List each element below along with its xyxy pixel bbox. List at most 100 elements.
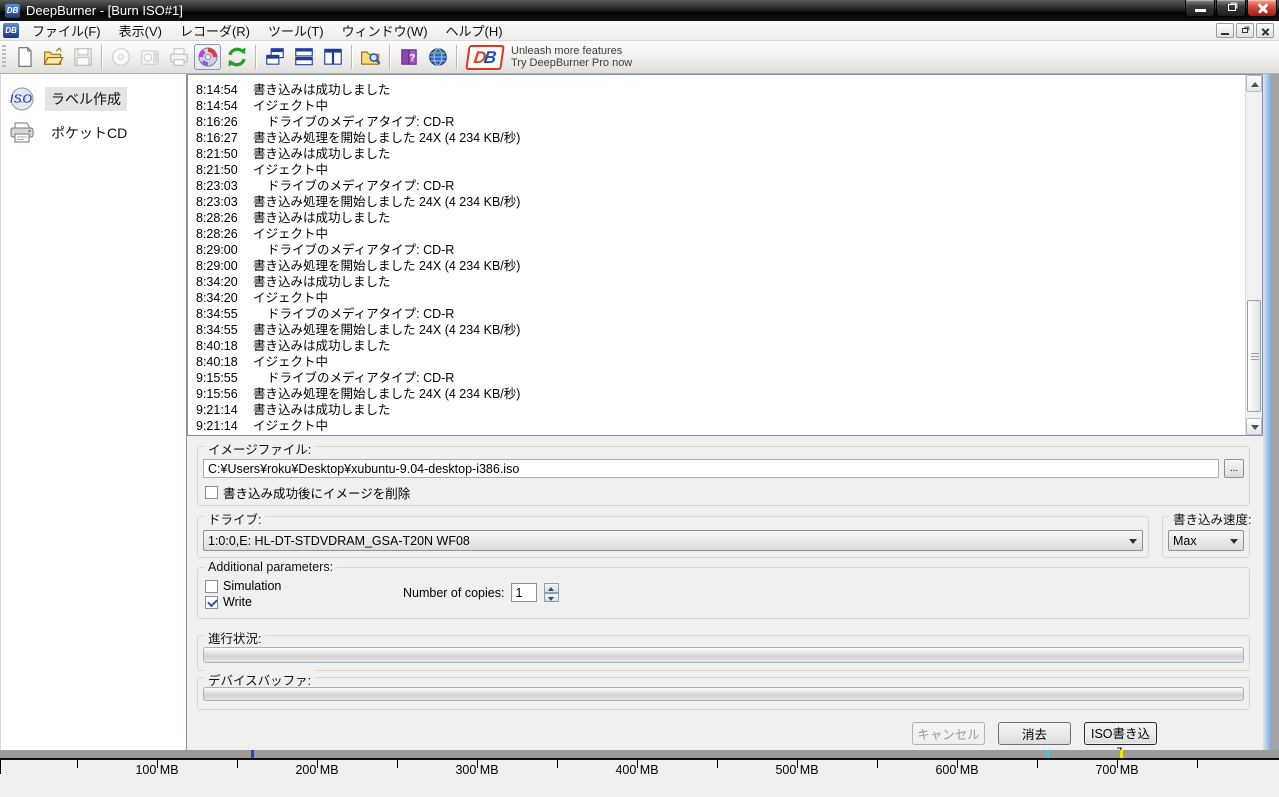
checkbox-box-icon bbox=[205, 486, 218, 499]
toolbar-separator bbox=[456, 45, 457, 69]
close-button[interactable] bbox=[1247, 0, 1277, 17]
arrow-up-icon bbox=[548, 586, 555, 591]
browse-button[interactable]: ... bbox=[1224, 459, 1244, 478]
sidebar-item-1[interactable]: ISO ラベル作成 bbox=[1, 82, 186, 116]
ruler-tick bbox=[557, 760, 558, 768]
document-icon[interactable]: DB bbox=[3, 23, 19, 38]
arrow-up-icon bbox=[1251, 82, 1259, 87]
simulation-label: Simulation bbox=[223, 579, 282, 593]
minimize-button[interactable] bbox=[1185, 0, 1215, 17]
additional-parameters-label: Additional parameters: bbox=[204, 560, 338, 574]
main-area: ISO ラベル作成 ポケットCD 8:14:54 書き込みは成功しました 8:14:54… bbox=[0, 74, 1279, 760]
menu-item-5[interactable]: ウィンドウ(W) bbox=[333, 19, 437, 42]
log-entry: 8:21:50 イジェクト中 bbox=[196, 159, 1262, 177]
ruler-tick bbox=[957, 760, 958, 768]
save-icon bbox=[72, 46, 94, 68]
help-book-button[interactable]: ? bbox=[395, 44, 422, 70]
pro-promo-banner[interactable]: DB Unleash more features Try DeepBurner … bbox=[465, 44, 632, 70]
arrow-down-icon bbox=[548, 596, 555, 601]
logo-b: B bbox=[482, 47, 498, 66]
mdi-child-border bbox=[1263, 74, 1271, 750]
log-entry: 9:15:55 ドライブのメディアタイプ: CD-R bbox=[196, 367, 1262, 385]
log-panel: 8:14:54 書き込みは成功しました 8:14:54 イジェクト中 8:16:26 ドラ… bbox=[187, 74, 1263, 436]
image-file-group: イメージファイル: ... 書き込み成功後にイメージを削除 bbox=[197, 439, 1250, 506]
web-globe-button[interactable] bbox=[424, 44, 451, 70]
capacity-marker bbox=[251, 750, 254, 758]
write-checkbox[interactable]: Write bbox=[205, 595, 1249, 609]
image-file-input[interactable] bbox=[203, 459, 1219, 478]
drive-select-value: 1:0:0,E: HL-DT-STDVDRAM_GSA-T20N WF08 bbox=[208, 533, 470, 548]
toolbar: ? DB Unleash more features Try DeepBurne… bbox=[0, 41, 1279, 74]
write-label: Write bbox=[223, 595, 252, 609]
drive-select[interactable]: 1:0:0,E: HL-DT-STDVDRAM_GSA-T20N WF08 bbox=[203, 530, 1143, 551]
log-entry: 8:23:03 書き込み処理を開始しました 24X (4 234 KB/秒) bbox=[196, 191, 1262, 209]
write-speed-group: 書き込み速度: Max bbox=[1162, 509, 1256, 558]
log-entry: 8:14:54 書き込みは成功しました bbox=[196, 79, 1262, 97]
write-speed-select[interactable]: Max bbox=[1168, 530, 1244, 551]
minimize-icon bbox=[1195, 9, 1206, 12]
log-entry: 8:34:55 ドライブのメディアタイプ: CD-R bbox=[196, 303, 1262, 321]
mdi-minimize-button[interactable] bbox=[1216, 23, 1234, 38]
menu-item-4[interactable]: ツール(T) bbox=[259, 19, 333, 42]
thumb-grip-icon bbox=[1251, 356, 1259, 357]
log-scrollbar[interactable] bbox=[1245, 75, 1262, 435]
chevron-down-icon bbox=[1230, 539, 1238, 544]
folder-view-button[interactable] bbox=[357, 44, 384, 70]
cancel-button[interactable]: キャンセル bbox=[912, 722, 985, 745]
toolbar-buttons: ? bbox=[10, 44, 461, 70]
mdi-window-controls bbox=[1216, 23, 1274, 38]
erase-button[interactable]: 消去 bbox=[998, 722, 1071, 745]
checkbox-box-icon bbox=[205, 579, 218, 593]
log-entry: 8:14:54 イジェクト中 bbox=[196, 95, 1262, 113]
promo-text: Unleash more features Try DeepBurner Pro… bbox=[511, 45, 632, 70]
mdi-restore-button[interactable] bbox=[1236, 23, 1254, 38]
log-message: イジェクト中 bbox=[253, 419, 329, 433]
iso-burn-button[interactable]: ISO書き込み bbox=[1084, 722, 1157, 760]
scrollbar-thumb[interactable] bbox=[1247, 300, 1261, 412]
sidebar: ISO ラベル作成 ポケットCD bbox=[0, 74, 187, 750]
help-book-icon: ? bbox=[398, 46, 420, 68]
menu-item-6[interactable]: ヘルプ(H) bbox=[437, 19, 512, 42]
burn-form: イメージファイル: ... 書き込み成功後にイメージを削除 ドライブ: 1 bbox=[187, 436, 1263, 760]
simulation-checkbox[interactable]: Simulation bbox=[205, 579, 1249, 593]
burn-disc-button[interactable] bbox=[194, 44, 221, 70]
open-file-button[interactable] bbox=[40, 44, 67, 70]
menu-item-3[interactable]: レコーダ(R) bbox=[171, 19, 259, 42]
refresh-button[interactable] bbox=[223, 44, 250, 70]
tile-vertical-button[interactable] bbox=[319, 44, 346, 70]
toolbar-grip[interactable] bbox=[2, 45, 6, 69]
title-bar: DB DeepBurner - [Burn ISO#1] bbox=[0, 0, 1279, 21]
mdi-close-button[interactable] bbox=[1256, 23, 1274, 38]
sidebar-items: ISO ラベル作成 ポケットCD bbox=[1, 82, 186, 150]
sidebar-item-2[interactable]: ポケットCD bbox=[1, 116, 186, 150]
delete-image-label: 書き込み成功後にイメージを削除 bbox=[223, 487, 411, 501]
ruler-tick bbox=[317, 760, 318, 768]
checkbox-box-icon bbox=[205, 595, 218, 609]
minimize-icon bbox=[1221, 33, 1229, 35]
tile-horizontal-button[interactable] bbox=[290, 44, 317, 70]
ruler-tick bbox=[237, 760, 238, 768]
restore-button[interactable] bbox=[1216, 0, 1246, 17]
log-entry: 8:16:27 書き込み処理を開始しました 24X (4 234 KB/秒) bbox=[196, 127, 1262, 145]
toolbar-separator bbox=[351, 45, 352, 69]
delete-image-checkbox[interactable]: 書き込み成功後にイメージを削除 bbox=[205, 483, 1249, 502]
menu-bar: DB ファイル(F) 表示(V) レコーダ(R) ツール(T) ウィンドウ(W) ヘルプ(… bbox=[0, 21, 1279, 41]
window-controls bbox=[1184, 0, 1277, 17]
refresh-icon bbox=[226, 46, 248, 68]
ruler-tick bbox=[397, 760, 398, 768]
stepper-down-button[interactable] bbox=[544, 592, 560, 602]
menu-item-1[interactable]: ファイル(F) bbox=[23, 19, 110, 42]
log-time: 9:21:14 bbox=[196, 419, 238, 433]
copies-input[interactable] bbox=[511, 583, 538, 602]
log-entry: 8:40:18 イジェクト中 bbox=[196, 351, 1262, 369]
scroll-up-button[interactable] bbox=[1246, 75, 1262, 92]
ruler-tick bbox=[1117, 760, 1118, 768]
erase-disc-button bbox=[107, 44, 134, 70]
stepper-up-button[interactable] bbox=[544, 583, 560, 593]
log-entry: 8:40:18 書き込みは成功しました bbox=[196, 335, 1262, 353]
cascade-windows-button[interactable] bbox=[261, 44, 288, 70]
menu-item-2[interactable]: 表示(V) bbox=[110, 19, 171, 42]
scroll-down-button[interactable] bbox=[1246, 418, 1262, 435]
toolbar-separator bbox=[389, 45, 390, 69]
new-file-button[interactable] bbox=[11, 44, 38, 70]
